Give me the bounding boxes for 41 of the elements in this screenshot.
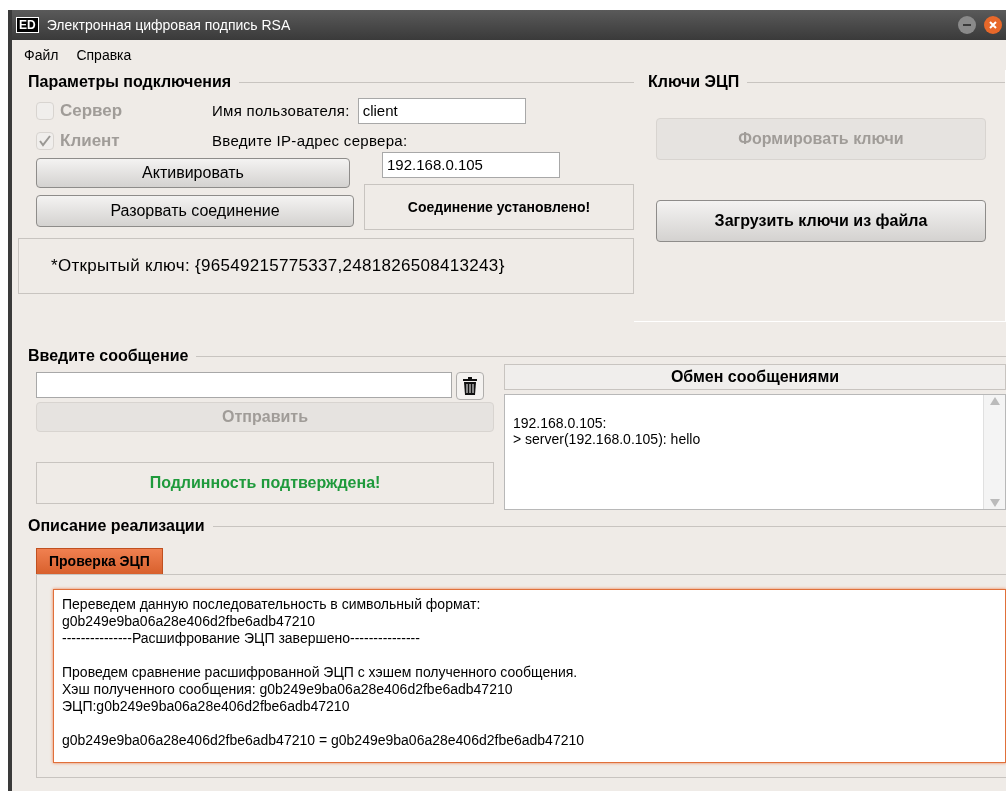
message-field[interactable] [36,372,452,398]
button[interactable]: Разорвать соединение [36,195,354,227]
window-title: Электронная цифровая подпись RSA [46,15,291,35]
minimize-icon[interactable] [958,16,976,34]
ip-field[interactable]: 192.168.0.105 [382,152,560,178]
tab[interactable]: Проверка ЭЦП [36,548,163,574]
scrollbar[interactable] [983,395,1005,509]
button[interactable]: Активировать [36,158,350,188]
trash-button[interactable] [456,372,484,400]
public-key-label: *Открытый ключ: {96549215775337,2481826508413243} [18,238,634,294]
field-label: Имя пользователя: [212,100,350,121]
group-title: Ключи ЭЦП [648,72,740,92]
field-label: Введите IP-адрес сервера: [212,130,408,151]
text-line: g0b249e9ba06a28e406d2fbe6adb47210 [62,613,317,630]
checkbox-label: Клиент [60,130,120,153]
text-line: ЭЦП:g0b249e9ba06a28e406d2fbe6adb47210 [62,698,351,715]
text-line: ---------------Расшифрование ЭЦП завершено--------------- [62,630,421,647]
text-area[interactable] [53,589,1006,763]
group-title: Введите сообщение [28,346,189,366]
text-line: Хэш полученного сообщения: g0b249e9ba06a28e406d2fbe6adb47210 [62,681,514,698]
menu-item[interactable]: Справка [76,44,132,66]
panel-header: Обмен сообщениями [504,364,1006,390]
trash-icon [463,377,477,395]
checkbox-label: Сервер [60,100,123,123]
text-line: g0b249e9ba06a28e406d2fbe6adb47210 = g0b249e9ba06a28e406d2fbe6adb47210 [62,732,586,749]
chat-message: > server(192.168.0.105): hello [513,431,702,447]
group-title: Параметры подключения [28,72,232,92]
menu-item[interactable]: Файл [24,44,59,66]
close-icon[interactable] [984,16,1002,34]
up-arrow-icon[interactable] [989,397,1000,405]
check-icon [38,134,52,148]
button[interactable]: Загрузить ключи из файла [656,200,986,242]
text-line: Переведем данную последовательность в символьный формат: [62,596,482,613]
chat-message: 192.168.0.105: [513,415,608,431]
group-title: Описание реализации [28,516,205,536]
status-label: Соединение установлено! [364,184,634,230]
auth-status-label: Подлинность подтверждена! [36,462,494,504]
username-field[interactable]: client [357,98,526,124]
text-line: Проведем сравнение расшифрованной ЭЦП с хэшем полученного сообщения. [62,664,579,681]
app-logo: ED [16,17,39,33]
down-arrow-icon[interactable] [989,499,1000,507]
